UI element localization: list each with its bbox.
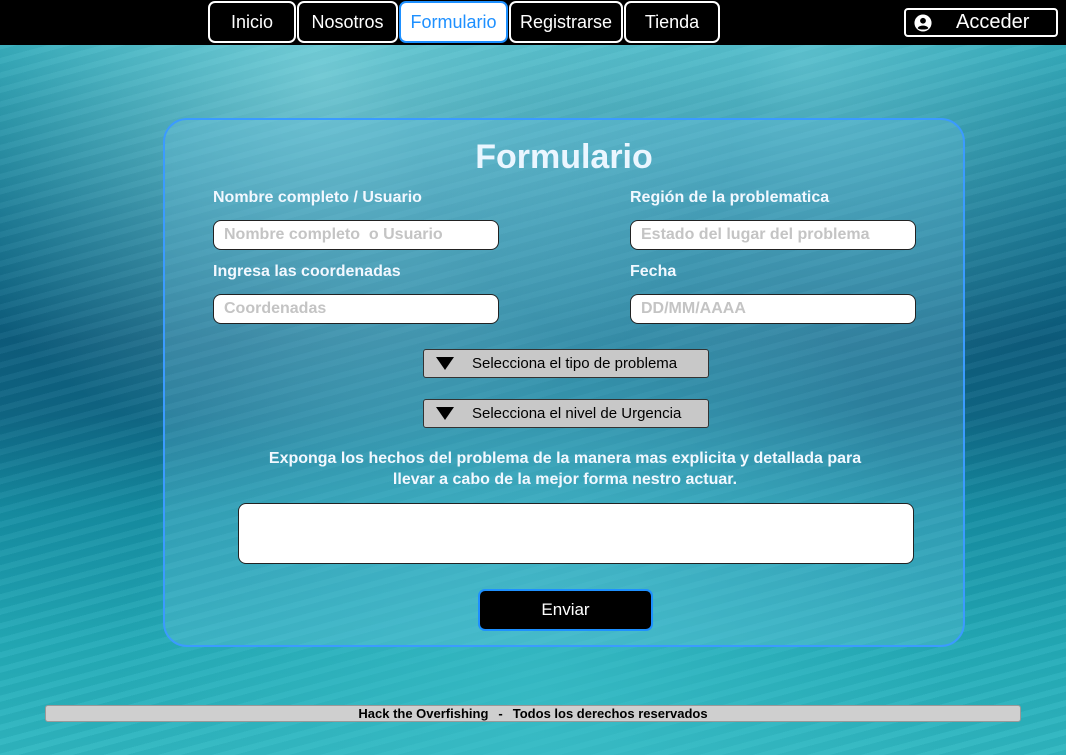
instructions-text: Exponga los hechos del problema de la ma…	[225, 448, 905, 490]
instructions-line-2: llevar a cabo de la mejor forma nestro a…	[392, 471, 738, 488]
triangle-down-icon	[436, 407, 454, 420]
footer-brand: Hack the Overfishing	[358, 706, 489, 721]
region-label: Región de la problematica	[630, 189, 830, 206]
date-label: Fecha	[630, 263, 677, 280]
footer-separator: -	[498, 706, 503, 721]
nav-nosotros[interactable]: Nosotros	[297, 1, 398, 43]
footer-rights: Todos los derechos reservados	[512, 706, 708, 721]
triangle-down-icon	[436, 357, 454, 370]
region-input[interactable]	[630, 220, 916, 250]
name-label: Nombre completo / Usuario	[213, 189, 422, 206]
top-navbar: Inicio Nosotros Formulario Registrarse T…	[0, 0, 1066, 45]
name-input[interactable]	[213, 220, 499, 250]
login-label: Acceder	[956, 11, 1030, 33]
date-input[interactable]	[630, 294, 916, 324]
login-button[interactable]: Acceder	[904, 8, 1058, 37]
problem-type-label: Selecciona el tipo de problema	[472, 355, 678, 372]
form-panel: Formulario Nombre completo / Usuario Reg…	[163, 118, 965, 647]
description-textarea[interactable]	[238, 503, 914, 564]
urgency-label: Selecciona el nivel de Urgencia	[472, 405, 682, 422]
submit-button[interactable]: Enviar	[478, 589, 653, 631]
coords-label: Ingresa las coordenadas	[213, 263, 401, 280]
instructions-line-1: Exponga los hechos del problema de la ma…	[268, 450, 862, 467]
footer: Hack the Overfishing - Todos los derechos …	[45, 705, 1021, 722]
nav-registrarse[interactable]: Registrarse	[509, 1, 623, 43]
form-title: Formulario	[475, 138, 653, 176]
nav-inicio[interactable]: Inicio	[208, 1, 296, 43]
nav-formulario[interactable]: Formulario	[399, 1, 508, 43]
urgency-select[interactable]: Selecciona el nivel de Urgencia	[423, 399, 709, 428]
problem-type-select[interactable]: Selecciona el tipo de problema	[423, 349, 709, 378]
user-circle-icon	[914, 13, 932, 32]
coords-input[interactable]	[213, 294, 499, 324]
nav-tienda[interactable]: Tienda	[624, 1, 720, 43]
